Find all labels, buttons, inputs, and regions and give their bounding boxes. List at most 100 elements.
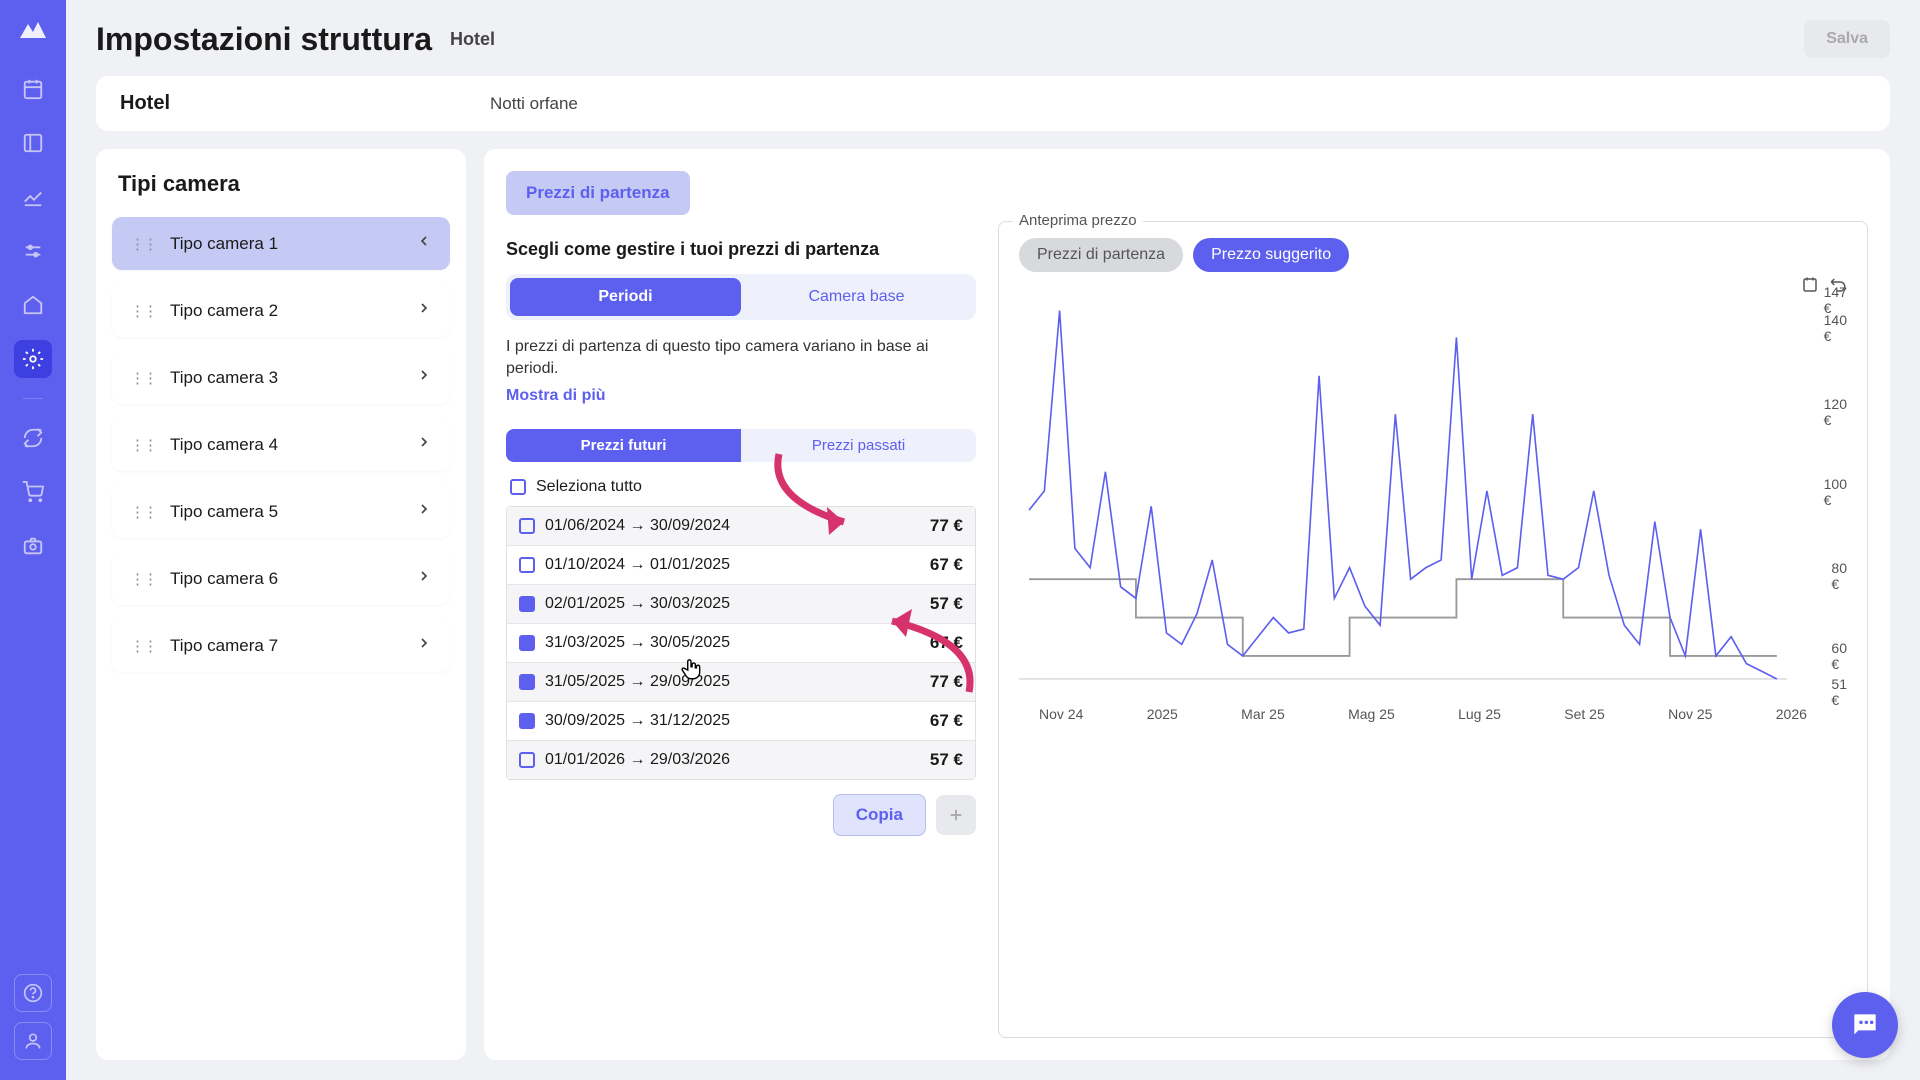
drag-handle-icon[interactable]: ⋮⋮ xyxy=(130,570,156,588)
drag-handle-icon[interactable]: ⋮⋮ xyxy=(130,637,156,655)
settings-icon[interactable] xyxy=(14,340,52,378)
y-tick-label: 120 € xyxy=(1824,396,1847,428)
room-label: Tipo camera 2 xyxy=(170,301,416,321)
chevron-right-icon xyxy=(416,434,432,455)
toggle-future-prices[interactable]: Prezzi futuri xyxy=(506,429,741,462)
page-title: Impostazioni struttura xyxy=(96,21,432,58)
room-item-7[interactable]: ⋮⋮ Tipo camera 7 xyxy=(112,619,450,672)
room-label: Tipo camera 4 xyxy=(170,435,416,455)
help-icon[interactable] xyxy=(14,974,52,1012)
select-all-checkbox[interactable] xyxy=(510,479,526,495)
toggle-periodi[interactable]: Periodi xyxy=(510,278,741,316)
price-checkbox[interactable] xyxy=(519,713,535,729)
price-period: 30/09/2025 → 31/12/2025 xyxy=(545,712,930,730)
room-label: Tipo camera 1 xyxy=(170,234,416,254)
price-value: 77 € xyxy=(930,672,963,692)
room-item-4[interactable]: ⋮⋮ Tipo camera 4 xyxy=(112,418,450,471)
camera-icon[interactable] xyxy=(14,527,52,565)
room-item-2[interactable]: ⋮⋮ Tipo camera 2 xyxy=(112,284,450,337)
x-tick-label: 2026 xyxy=(1776,706,1807,722)
pill-prezzi-partenza[interactable]: Prezzi di partenza xyxy=(1019,238,1183,272)
price-checkbox[interactable] xyxy=(519,596,535,612)
orphan-nights-label: Notti orfane xyxy=(490,94,578,114)
user-icon[interactable] xyxy=(14,1022,52,1060)
drag-handle-icon[interactable]: ⋮⋮ xyxy=(130,235,156,253)
logo xyxy=(18,20,48,40)
toggle-past-prices[interactable]: Prezzi passati xyxy=(741,429,976,462)
hotel-card: Hotel Notti orfane xyxy=(96,76,1890,131)
room-item-5[interactable]: ⋮⋮ Tipo camera 5 xyxy=(112,485,450,538)
price-checkbox[interactable] xyxy=(519,752,535,768)
price-list: 01/06/2024 → 30/09/2024 77 € 01/10/2024 … xyxy=(506,506,976,780)
sliders-icon[interactable] xyxy=(14,232,52,270)
chart-svg xyxy=(1019,300,1787,700)
show-more-link[interactable]: Mostra di più xyxy=(506,387,976,405)
room-item-6[interactable]: ⋮⋮ Tipo camera 6 xyxy=(112,552,450,605)
price-row[interactable]: 01/06/2024 → 30/09/2024 77 € xyxy=(507,507,975,546)
price-value: 67 € xyxy=(930,555,963,575)
price-checkbox[interactable] xyxy=(519,557,535,573)
price-period: 01/10/2024 → 01/01/2025 xyxy=(545,556,930,574)
chart-icon[interactable] xyxy=(14,178,52,216)
sidebar-nav xyxy=(0,0,66,1080)
toggle-camera-base[interactable]: Camera base xyxy=(741,278,972,316)
price-row[interactable]: 31/05/2025 → 29/09/2025 77 € xyxy=(507,663,975,702)
price-period: 31/05/2025 → 29/09/2025 xyxy=(545,673,930,691)
y-tick-label: 60 € xyxy=(1831,640,1847,672)
add-period-button[interactable] xyxy=(936,795,976,835)
x-tick-label: Set 25 xyxy=(1564,706,1604,722)
chevron-right-icon xyxy=(416,501,432,522)
x-tick-label: Lug 25 xyxy=(1458,706,1501,722)
room-label: Tipo camera 7 xyxy=(170,636,416,656)
method-toggle: Periodi Camera base xyxy=(506,274,976,320)
refresh-icon[interactable] xyxy=(14,419,52,457)
room-label: Tipo camera 6 xyxy=(170,569,416,589)
prezzi-partenza-button[interactable]: Prezzi di partenza xyxy=(506,171,690,215)
price-period: 02/01/2025 → 30/03/2025 xyxy=(545,595,930,613)
chevron-left-icon xyxy=(416,233,432,254)
price-row[interactable]: 30/09/2025 → 31/12/2025 67 € xyxy=(507,702,975,741)
layout-icon[interactable] xyxy=(14,124,52,162)
x-tick-label: Mag 25 xyxy=(1348,706,1395,722)
chevron-right-icon xyxy=(416,300,432,321)
manage-prices-title: Scegli come gestire i tuoi prezzi di par… xyxy=(506,239,976,260)
copy-button[interactable]: Copia xyxy=(833,794,926,836)
room-item-1[interactable]: ⋮⋮ Tipo camera 1 xyxy=(112,217,450,270)
price-period: 01/01/2026 → 29/03/2026 xyxy=(545,751,930,769)
pill-prezzo-suggerito[interactable]: Prezzo suggerito xyxy=(1193,238,1349,272)
price-row[interactable]: 02/01/2025 → 30/03/2025 57 € xyxy=(507,585,975,624)
y-tick-label: 80 € xyxy=(1831,560,1847,592)
room-types-title: Tipi camera xyxy=(112,171,450,197)
y-tick-label: 51 € xyxy=(1831,676,1847,708)
room-item-3[interactable]: ⋮⋮ Tipo camera 3 xyxy=(112,351,450,404)
flip-icon[interactable] xyxy=(1801,276,1819,299)
calendar-icon[interactable] xyxy=(14,70,52,108)
config-panel: Prezzi di partenza Scegli come gestire i… xyxy=(484,149,1890,1060)
price-checkbox[interactable] xyxy=(519,674,535,690)
save-button[interactable]: Salva xyxy=(1804,20,1890,58)
price-value: 67 € xyxy=(930,711,963,731)
info-text: I prezzi di partenza di questo tipo came… xyxy=(506,336,976,381)
price-row[interactable]: 01/01/2026 → 29/03/2026 57 € xyxy=(507,741,975,779)
drag-handle-icon[interactable]: ⋮⋮ xyxy=(130,503,156,521)
building-icon[interactable] xyxy=(14,286,52,324)
chat-bubble-button[interactable] xyxy=(1832,992,1898,1058)
price-value: 67 € xyxy=(930,633,963,653)
drag-handle-icon[interactable]: ⋮⋮ xyxy=(130,302,156,320)
drag-handle-icon[interactable]: ⋮⋮ xyxy=(130,369,156,387)
room-types-panel: Tipi camera ⋮⋮ Tipo camera 1 ⋮⋮ Tipo cam… xyxy=(96,149,466,1060)
price-checkbox[interactable] xyxy=(519,518,535,534)
chevron-right-icon xyxy=(416,635,432,656)
price-row[interactable]: 31/03/2025 → 30/05/2025 67 € xyxy=(507,624,975,663)
price-checkbox[interactable] xyxy=(519,635,535,651)
drag-handle-icon[interactable]: ⋮⋮ xyxy=(130,436,156,454)
page-subtitle: Hotel xyxy=(450,29,495,50)
room-label: Tipo camera 3 xyxy=(170,368,416,388)
price-period: 01/06/2024 → 30/09/2024 xyxy=(545,517,930,535)
x-tick-label: Nov 25 xyxy=(1668,706,1712,722)
chevron-right-icon xyxy=(416,568,432,589)
price-period: 31/03/2025 → 30/05/2025 xyxy=(545,634,930,652)
price-row[interactable]: 01/10/2024 → 01/01/2025 67 € xyxy=(507,546,975,585)
select-all-label: Seleziona tutto xyxy=(536,478,642,496)
cart-icon[interactable] xyxy=(14,473,52,511)
